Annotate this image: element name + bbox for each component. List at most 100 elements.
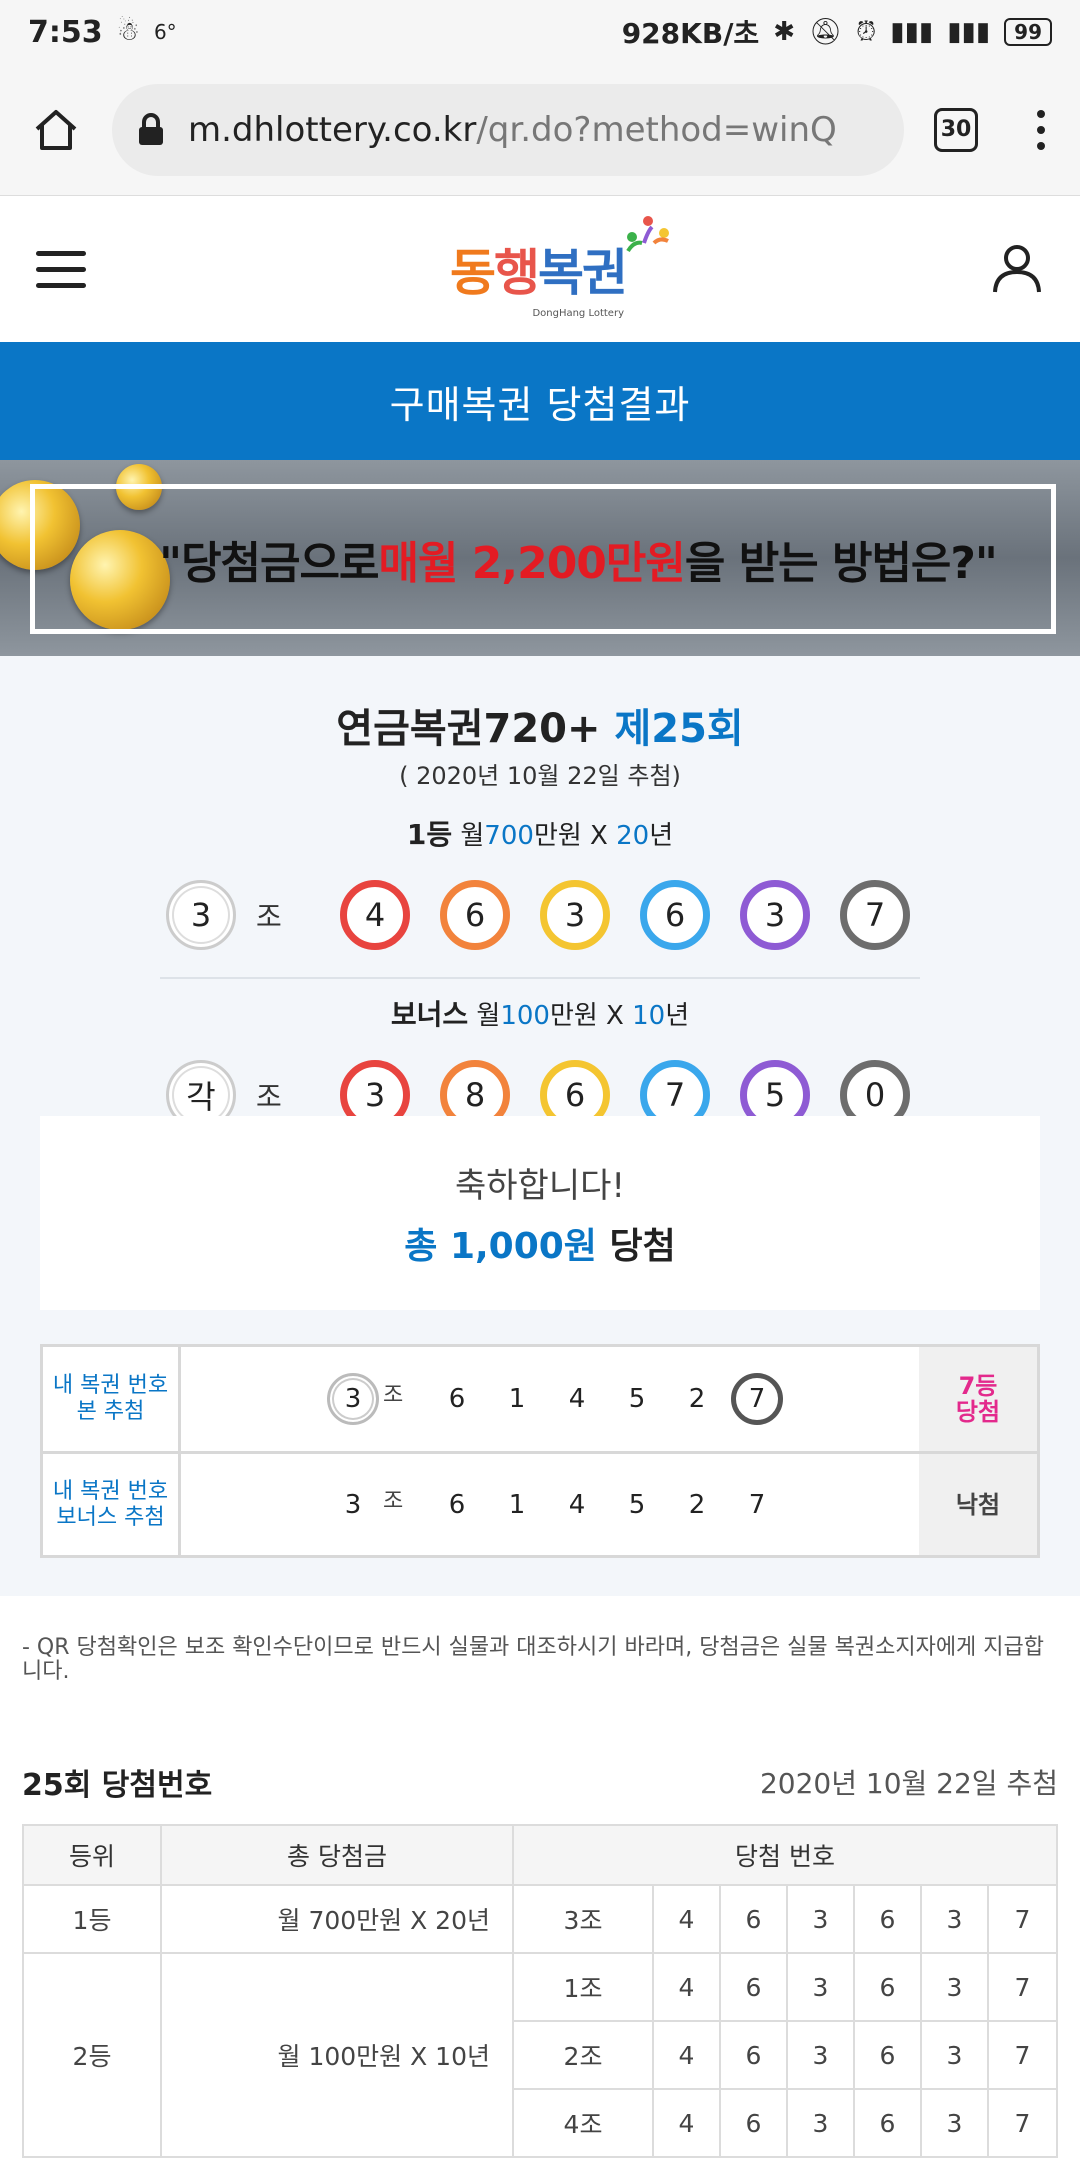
qr-notice: - QR 당첨확인은 보조 확인수단이므로 반드시 실물과 대조하시기 바라며,…	[22, 1635, 1045, 1684]
game-round: 제25회	[614, 706, 744, 752]
number-cell: 3	[920, 1952, 989, 2022]
number-cell: 6	[719, 2088, 788, 2158]
first-prize-rank: 1등	[406, 818, 453, 851]
status-temp: 6°	[153, 20, 177, 44]
banner-text: "당첨금으로 매월 2,200만원 을 받는 방법은?"	[30, 484, 1056, 634]
table-row: 1등 월 700만원 X 20년 3조 4 6 3 6 3 7	[22, 1884, 1059, 1954]
winning-numbers-header: 25회 당첨번호 2020년 10월 22일 추첨	[0, 1752, 1080, 1812]
table-header-row: 등위 총 당첨금 당첨 번호	[22, 1824, 1059, 1886]
my-ticket-result: 7등 당첨	[919, 1347, 1037, 1451]
my-digit: 5	[628, 1489, 646, 1520]
number-cell: 6	[853, 1884, 922, 1954]
group-cell: 3조	[512, 1884, 654, 1954]
number-cell: 3	[786, 1952, 855, 2022]
number-cell: 7	[986, 1952, 1059, 2022]
promo-banner[interactable]: "당첨금으로 매월 2,200만원 을 받는 방법은?"	[0, 460, 1080, 656]
group-suffix: 조	[383, 1488, 404, 1514]
my-digit: 1	[508, 1489, 526, 1520]
first-prize-info: 1등 월700만원 X 20년	[406, 818, 674, 851]
congrats-box: 축하합니다! 총 1,000원 당첨	[40, 1116, 1040, 1310]
my-digit: 7	[748, 1489, 766, 1520]
my-group-number: 3	[344, 1489, 362, 1520]
number-cell: 4	[652, 1952, 721, 2022]
column-header: 총 당첨금	[160, 1824, 514, 1886]
number-cell: 3	[786, 2020, 855, 2090]
volte-signal-icon: ▮▮▮	[890, 17, 934, 47]
user-icon[interactable]	[990, 242, 1044, 296]
menu-icon[interactable]	[36, 250, 86, 288]
my-ticket-numbers: 3 조 6 1 4 5 2 7	[181, 1454, 919, 1555]
number-cell: 4	[652, 1884, 721, 1954]
my-digit: 4	[568, 1384, 586, 1414]
rank-cell: 2등	[22, 1952, 162, 2158]
winning-numbers-date: 2020년 10월 22일 추첨	[759, 1767, 1058, 1800]
first-prize-numbers: 3 조 4 6 3 6 3 7	[0, 867, 1080, 963]
logo-subtitle: DongHang Lottery	[532, 308, 624, 319]
number-ball: 3	[540, 880, 610, 950]
notification-icon: ☃	[116, 17, 140, 47]
winning-numbers-title: 25회 당첨번호	[22, 1768, 213, 1803]
my-digit: 5	[628, 1384, 646, 1414]
my-ticket-label: 내 복권 번호 보너스 추첨	[43, 1454, 181, 1555]
winning-numbers-table: 등위 총 당첨금 당첨 번호 1등 월 700만원 X 20년 3조 4 6 3…	[22, 1824, 1059, 2158]
my-ticket-result: 낙첨	[919, 1454, 1037, 1555]
bonus-prize-info: 보너스 월100만원 X 10년	[390, 998, 690, 1031]
number-cell: 6	[719, 2020, 788, 2090]
alarm-icon: ⏰︎	[856, 16, 877, 47]
my-ticket-table: 내 복권 번호 본 추첨 3 조 6 1 4 5 2 7 7등 당첨 내 복권 번호…	[40, 1344, 1040, 1558]
congrats-message: 축하합니다!	[454, 1165, 626, 1206]
my-ticket-row-bonus: 내 복권 번호 보너스 추첨 3 조 6 1 4 5 2 7 낙첨	[43, 1451, 1037, 1555]
number-ball: 7	[840, 880, 910, 950]
number-cell: 3	[786, 1884, 855, 1954]
url-bar[interactable]: m.dhlottery.co.kr/qr.do?method=winQ	[112, 83, 904, 176]
number-ball: 3	[740, 880, 810, 950]
my-digit: 2	[688, 1384, 706, 1414]
status-time: 7:53	[28, 14, 103, 50]
url-path: /qr.do?method=winQ	[476, 109, 837, 150]
amount-cell: 월 700만원 X 20년	[160, 1884, 514, 1954]
draw-date: ( 2020년 10월 22일 추첨)	[399, 762, 681, 790]
column-header: 등위	[22, 1824, 162, 1886]
logo-part2: 행	[494, 244, 540, 302]
rank-cell: 1등	[22, 1884, 162, 1954]
group-ball: 3	[166, 880, 236, 950]
divider	[160, 977, 920, 979]
group-cell: 4조	[512, 2088, 654, 2158]
banner-text-highlight: 매월 2,200만원	[378, 538, 685, 589]
tab-switcher-button[interactable]: 30	[934, 107, 978, 152]
group-cell: 1조	[512, 1952, 654, 2022]
column-header: 당첨 번호	[511, 1824, 1059, 1886]
home-icon	[35, 109, 77, 150]
number-cell: 4	[652, 2020, 721, 2090]
my-digit: 6	[448, 1489, 466, 1520]
my-ticket-row-main: 내 복권 번호 본 추첨 3 조 6 1 4 5 2 7 7등 당첨	[43, 1347, 1037, 1451]
home-button[interactable]	[24, 98, 88, 162]
site-logo[interactable]: 동행복권 DongHang Lottery	[450, 216, 669, 319]
browser-menu-button[interactable]	[1026, 109, 1056, 150]
banner-text-post: 을 받는 방법은?"	[684, 538, 998, 589]
logo-part1: 동	[450, 244, 496, 302]
logo-mark-icon	[626, 216, 669, 253]
group-suffix: 조	[256, 1080, 282, 1113]
browser-toolbar: m.dhlottery.co.kr/qr.do?method=winQ 30	[0, 64, 1080, 196]
game-title: 연금복권720+ 제25회	[0, 696, 1080, 754]
number-cell: 7	[986, 1884, 1059, 1954]
my-digit: 2	[688, 1489, 706, 1520]
battery-icon: 99	[1004, 18, 1052, 46]
my-digit: 1	[508, 1384, 526, 1414]
lte-signal-icon: ▮▮▮	[947, 17, 991, 47]
table-row: 2등 월 100만원 X 10년 1조 4 6 3 6 3 7	[22, 1952, 1059, 2158]
group-suffix: 조	[383, 1383, 404, 1408]
page-title: 구매복권 당첨결과	[0, 342, 1080, 460]
group-cell: 2조	[512, 2020, 654, 2090]
number-cell: 6	[853, 2088, 922, 2158]
number-cell: 6	[853, 1952, 922, 2022]
number-cell: 3	[920, 2020, 989, 2090]
site-header: 동행복권 DongHang Lottery	[0, 196, 1080, 342]
result-section: 연금복권720+ 제25회 ( 2020년 10월 22일 추첨) 1등 월70…	[0, 656, 1080, 1596]
number-cell: 3	[920, 1884, 989, 1954]
my-ticket-label: 내 복권 번호 본 추첨	[43, 1347, 181, 1451]
banner-text-pre: "당첨금으로	[159, 538, 379, 589]
number-cell: 6	[853, 2020, 922, 2090]
status-bar: 7:53 ☃ 6° 928KB/초 ✱ 🔕︎ ⏰︎ ▮▮▮ ▮▮▮ 99	[0, 0, 1080, 64]
